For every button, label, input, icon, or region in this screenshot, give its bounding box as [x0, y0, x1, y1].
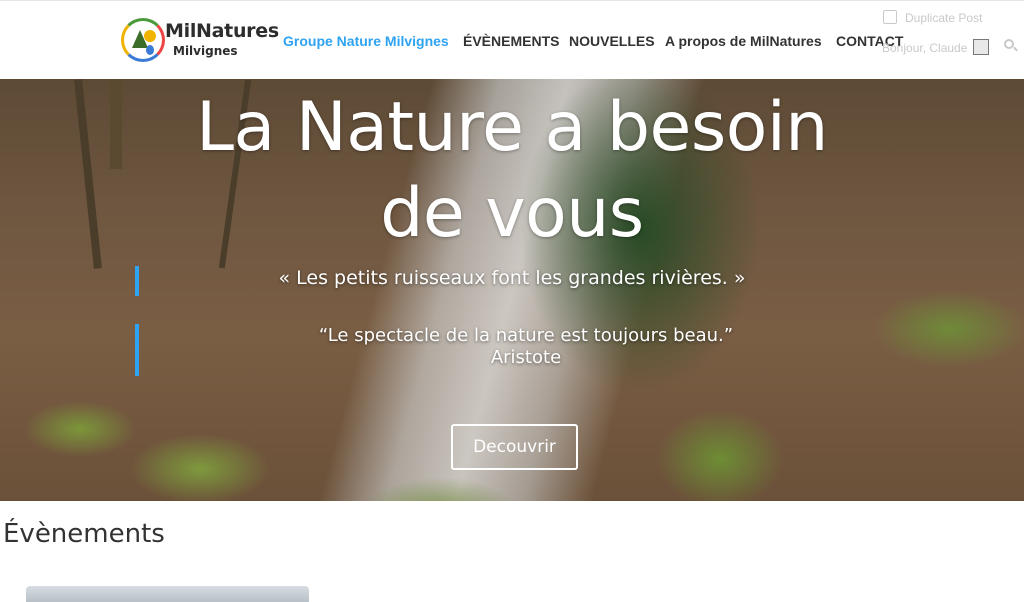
- logo-emblem-icon: [121, 18, 165, 62]
- logo-subtitle: Milvignes: [173, 44, 238, 58]
- site-logo[interactable]: MilNatures Milvignes: [121, 18, 279, 64]
- nav-item-evenements[interactable]: ÉVÈNEMENTS: [463, 33, 559, 49]
- hero-quote-secondary: “Le spectacle de la nature est toujours …: [318, 325, 734, 346]
- duplicate-post-link[interactable]: Duplicate Post: [883, 10, 982, 25]
- discover-button[interactable]: Decouvrir: [451, 424, 578, 470]
- nav-item-groupe-nature[interactable]: Groupe Nature Milvignes: [283, 33, 449, 49]
- events-heading: Évènements: [3, 519, 165, 549]
- admin-greeting[interactable]: Bonjour, Claude: [882, 41, 967, 55]
- hero-title-line1: La Nature a besoin: [196, 88, 828, 167]
- hero-quote: « Les petits ruisseaux font les grandes …: [278, 267, 746, 289]
- logo-title: MilNatures: [165, 20, 279, 42]
- site-header: MilNatures Milvignes Groupe Nature Milvi…: [0, 0, 1024, 79]
- event-card-thumbnail[interactable]: [26, 586, 309, 602]
- hero-slider: La Nature a besoin de vous « Les petits …: [0, 79, 1024, 501]
- duplicate-icon: [883, 10, 897, 24]
- hero-title: La Nature a besoin de vous: [0, 85, 1024, 257]
- avatar[interactable]: [973, 39, 989, 55]
- search-icon[interactable]: [1004, 39, 1018, 53]
- hero-quote-author: Aristote: [490, 347, 562, 368]
- nav-item-nouvelles[interactable]: NOUVELLES: [569, 33, 655, 49]
- hero-title-line2: de vous: [380, 174, 644, 253]
- duplicate-post-label: Duplicate Post: [905, 11, 983, 25]
- nav-item-a-propos[interactable]: A propos de MilNatures: [665, 33, 822, 49]
